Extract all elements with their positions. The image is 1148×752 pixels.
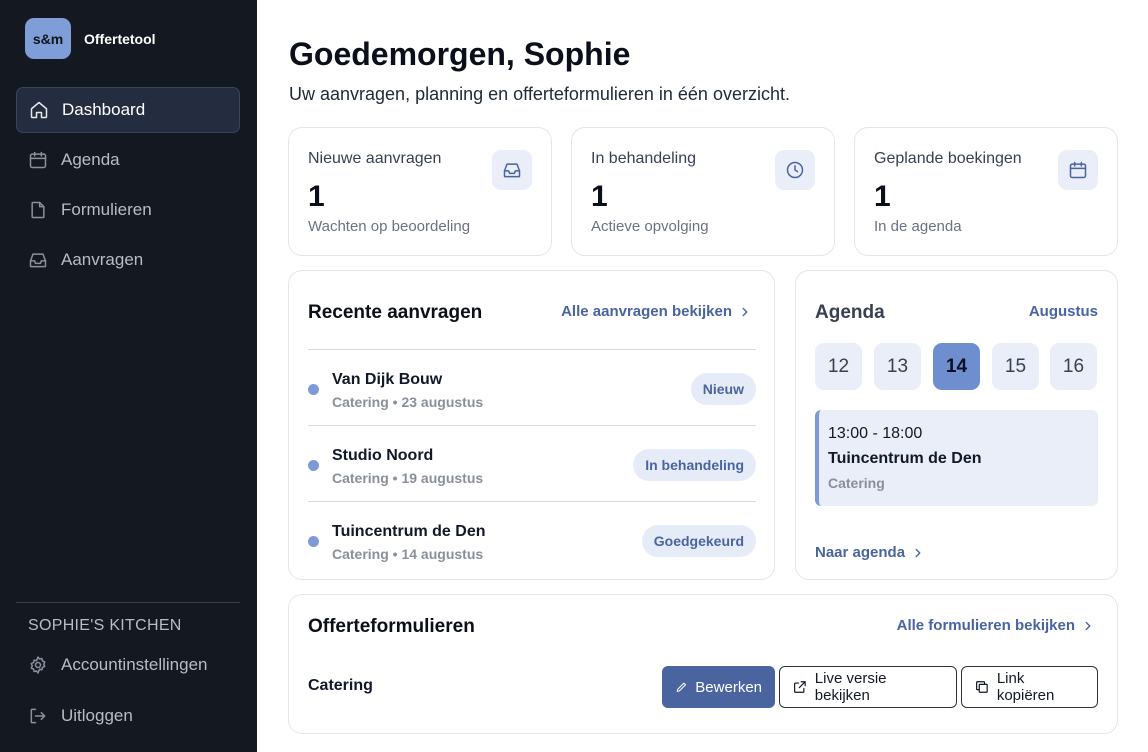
recent-requests-title: Recente aanvragen xyxy=(308,302,483,323)
edit-button[interactable]: Bewerken xyxy=(662,666,775,708)
sidebar-item-logout[interactable]: Uitloggen xyxy=(16,693,240,739)
agenda-title: Agenda xyxy=(815,302,885,323)
stat-card-new-requests[interactable]: Nieuwe aanvragen 1 Wachten op beoordelin… xyxy=(288,127,552,256)
request-meta: Catering • 23 augustus xyxy=(332,394,484,410)
stat-value: 1 xyxy=(874,180,891,213)
sidebar-item-formulieren[interactable]: Formulieren xyxy=(16,187,240,233)
button-label: Live versie bekijken xyxy=(814,670,887,704)
view-live-button[interactable]: Live versie bekijken xyxy=(779,666,957,708)
request-name: Studio Noord xyxy=(332,447,434,464)
app-name: Offertetool xyxy=(84,30,156,47)
chevron-right-icon xyxy=(1085,621,1091,630)
request-row[interactable]: Van Dijk Bouw Catering • 23 augustus Nie… xyxy=(308,349,756,425)
sidebar-item-label: Dashboard xyxy=(62,100,146,119)
sidebar-item-account-settings[interactable]: Accountinstellingen xyxy=(16,642,240,688)
copy-link-button[interactable]: Link kopiëren xyxy=(961,666,1098,708)
quote-forms-title: Offerteformulieren xyxy=(308,616,475,637)
form-name: Catering xyxy=(308,677,373,694)
link-label: Naar agenda xyxy=(815,544,906,561)
main-content: Goedemorgen, Sophie Uw aanvragen, planni… xyxy=(257,0,1148,752)
stat-label: Geplande boekingen xyxy=(874,150,1022,167)
sidebar-item-label: Uitloggen xyxy=(61,706,133,725)
organization-name: SOPHIE'S KITCHEN xyxy=(28,617,182,634)
button-label: Bewerken xyxy=(695,678,762,696)
inbox-icon xyxy=(29,253,47,268)
clock-icon xyxy=(775,150,815,190)
stat-subtext: Wachten op beoordeling xyxy=(308,218,471,235)
app-logo[interactable]: s&m xyxy=(25,18,71,59)
external-link-icon xyxy=(794,681,806,693)
brand: s&m Offertetool xyxy=(25,18,156,59)
chevron-right-icon xyxy=(915,548,921,557)
button-label: Link kopiëren xyxy=(996,670,1055,704)
request-meta: Catering • 14 augustus xyxy=(332,546,484,562)
event-title: Tuincentrum de Den xyxy=(828,450,982,467)
to-agenda-link[interactable]: Naar agenda xyxy=(815,544,925,561)
request-name: Tuincentrum de Den xyxy=(332,523,486,540)
sidebar-divider xyxy=(16,602,240,603)
stat-subtext: In de agenda xyxy=(874,218,962,235)
request-meta: Catering • 19 augustus xyxy=(332,470,484,486)
stat-label: Nieuwe aanvragen xyxy=(308,150,442,167)
home-icon xyxy=(30,101,48,119)
stat-label: In behandeling xyxy=(591,150,696,167)
document-icon xyxy=(31,201,45,219)
sidebar-item-label: Agenda xyxy=(61,150,120,169)
sidebar-item-label: Accountinstellingen xyxy=(61,655,208,674)
copy-icon xyxy=(976,681,988,693)
quote-forms-card: Offerteformulieren Alle formulieren beki… xyxy=(288,594,1118,734)
status-badge: Goedgekeurd xyxy=(641,525,756,557)
sidebar-item-aanvragen[interactable]: Aanvragen xyxy=(16,237,240,283)
day-13[interactable]: 13 xyxy=(874,343,921,390)
recent-requests-card: Recente aanvragen Alle aanvragen bekijke… xyxy=(288,270,775,580)
sidebar-item-dashboard[interactable]: Dashboard xyxy=(16,87,240,133)
stat-subtext: Actieve opvolging xyxy=(591,218,709,235)
sidebar-item-label: Formulieren xyxy=(61,200,152,219)
day-14-selected[interactable]: 14 xyxy=(933,343,980,390)
inbox-icon xyxy=(492,150,532,190)
month-label[interactable]: Augustus xyxy=(1029,303,1098,320)
page-subtitle: Uw aanvragen, planning en offerteformuli… xyxy=(289,84,790,104)
sidebar-item-agenda[interactable]: Agenda xyxy=(16,137,240,183)
link-label: Alle aanvragen bekijken xyxy=(561,303,732,320)
status-dot xyxy=(308,384,319,395)
stat-card-planned-bookings[interactable]: Geplande boekingen 1 In de agenda xyxy=(854,127,1118,256)
gear-icon xyxy=(30,656,46,674)
event-time: 13:00 - 18:00 xyxy=(828,425,923,442)
sidebar-item-label: Aanvragen xyxy=(61,250,144,269)
day-15[interactable]: 15 xyxy=(992,343,1039,390)
link-label: Alle formulieren bekijken xyxy=(896,617,1075,634)
agenda-card: Agenda Augustus 12 13 14 15 16 13:00 - 1… xyxy=(795,270,1118,580)
stat-card-in-progress[interactable]: In behandeling 1 Actieve opvolging xyxy=(571,127,835,256)
status-badge: In behandeling xyxy=(633,449,756,481)
request-row[interactable]: Studio Noord Catering • 19 augustus In b… xyxy=(308,425,756,501)
event-category: Catering xyxy=(828,475,885,491)
status-badge: Nieuw xyxy=(690,373,756,405)
all-forms-link[interactable]: Alle formulieren bekijken xyxy=(897,617,1095,634)
request-name: Van Dijk Bouw xyxy=(332,371,443,388)
pencil-icon xyxy=(676,682,687,692)
day-16[interactable]: 16 xyxy=(1050,343,1097,390)
page-title: Goedemorgen, Sophie xyxy=(289,36,631,72)
sidebar: s&m Offertetool Dashboard Agenda Formuli… xyxy=(0,0,257,752)
agenda-event[interactable]: 13:00 - 18:00 Tuincentrum de Den Caterin… xyxy=(815,410,1098,506)
stat-value: 1 xyxy=(308,180,325,213)
calendar-icon xyxy=(1058,150,1098,190)
all-requests-link[interactable]: Alle aanvragen bekijken xyxy=(561,303,752,320)
status-dot xyxy=(308,536,319,547)
status-dot xyxy=(308,460,319,471)
request-row[interactable]: Tuincentrum de Den Catering • 14 augustu… xyxy=(308,501,756,577)
chevron-right-icon xyxy=(742,307,748,316)
logout-icon xyxy=(30,708,46,724)
day-12[interactable]: 12 xyxy=(815,343,862,390)
calendar-icon xyxy=(29,151,47,169)
stat-value: 1 xyxy=(591,180,608,213)
